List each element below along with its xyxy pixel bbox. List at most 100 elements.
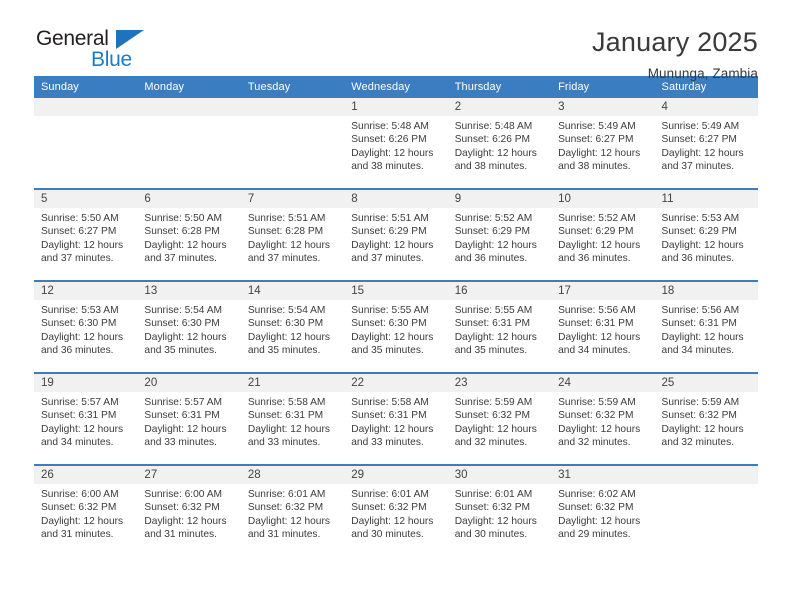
day-details: Sunrise: 5:51 AM Sunset: 6:28 PM Daylight:…: [241, 208, 344, 266]
day-number: 30: [447, 466, 552, 484]
day-number: 27: [137, 466, 241, 484]
calendar-day-cell[interactable]: 13 Sunrise: 5:54 AM Sunset: 6:30 PM Dayligh…: [137, 280, 241, 373]
sunset-text: Sunset: 6:32 PM: [661, 410, 737, 422]
day-number: 22: [344, 374, 448, 392]
calendar-day-cell[interactable]: 28 Sunrise: 6:01 AM Sunset: 6:32 PM Dayligh…: [240, 464, 345, 556]
daylight-text: Daylight: 12 hours and 32 minutes.: [661, 423, 744, 449]
calendar-week-row: 1 Sunrise: 5:48 AM Sunset: 6:26 PM Daylight…: [34, 98, 758, 189]
day-details: Sunrise: 5:54 AM Sunset: 6:30 PM Daylight:…: [137, 300, 240, 358]
sunrise-text: Sunrise: 5:50 AM: [144, 213, 223, 224]
daylight-text: Daylight: 12 hours and 34 minutes.: [41, 423, 124, 449]
day-details: Sunrise: 5:50 AM Sunset: 6:27 PM Daylight:…: [34, 208, 137, 266]
calendar-day-cell[interactable]: 6 Sunrise: 5:50 AM Sunset: 6:28 PM Daylight…: [137, 188, 241, 281]
day-details: Sunrise: 5:59 AM Sunset: 6:32 PM Daylight:…: [551, 392, 654, 450]
calendar-day-cell[interactable]: 26 Sunrise: 6:00 AM Sunset: 6:32 PM Dayligh…: [34, 464, 138, 556]
day-number: 17: [551, 282, 655, 300]
sunset-text: Sunset: 6:31 PM: [41, 410, 117, 422]
sunset-text: Sunset: 6:30 PM: [144, 318, 220, 330]
calendar-day-cell[interactable]: 11 Sunrise: 5:53 AM Sunset: 6:29 PM Dayligh…: [654, 188, 758, 281]
day-number: 19: [34, 374, 138, 392]
sunrise-text: Sunrise: 5:48 AM: [454, 121, 533, 132]
sunset-text: Sunset: 6:32 PM: [454, 502, 531, 514]
sunrise-text: Sunrise: 6:02 AM: [558, 489, 636, 500]
day-number: 23: [447, 374, 552, 392]
calendar-day-cell[interactable]: 5 Sunrise: 5:50 AM Sunset: 6:27 PM Daylight…: [34, 188, 138, 281]
logo-text-blue: Blue: [91, 48, 132, 71]
day-details: Sunrise: 5:54 AM Sunset: 6:30 PM Daylight:…: [241, 300, 344, 358]
sunrise-text: Sunrise: 5:57 AM: [41, 397, 119, 408]
sunrise-text: Sunrise: 5:53 AM: [661, 213, 740, 224]
calendar-day-cell[interactable]: 24 Sunrise: 5:59 AM Sunset: 6:32 PM Dayligh…: [551, 372, 655, 465]
calendar-day-cell[interactable]: 21 Sunrise: 5:58 AM Sunset: 6:31 PM Dayligh…: [240, 372, 345, 465]
sunset-text: Sunset: 6:32 PM: [41, 502, 117, 514]
calendar-day-cell[interactable]: 16 Sunrise: 5:55 AM Sunset: 6:31 PM Dayligh…: [447, 280, 552, 373]
sunset-text: Sunset: 6:32 PM: [558, 410, 634, 422]
calendar-day-cell[interactable]: 29 Sunrise: 6:01 AM Sunset: 6:32 PM Dayligh…: [344, 464, 448, 556]
day-number: 7: [240, 190, 345, 208]
title-block: January 2025 Mununga, Zambia: [592, 27, 758, 80]
calendar-day-cell[interactable]: 25 Sunrise: 5:59 AM Sunset: 6:32 PM Dayligh…: [654, 372, 758, 465]
sunset-text: Sunset: 6:30 PM: [351, 318, 427, 330]
calendar-day-cell[interactable]: 27 Sunrise: 6:00 AM Sunset: 6:32 PM Dayligh…: [137, 464, 241, 556]
sunset-text: Sunset: 6:32 PM: [454, 410, 531, 422]
day-number: 6: [137, 190, 241, 208]
day-details: Sunrise: 6:00 AM Sunset: 6:32 PM Daylight:…: [34, 484, 137, 542]
daylight-text: Daylight: 12 hours and 29 minutes.: [558, 515, 641, 541]
calendar-day-cell[interactable]: 10 Sunrise: 5:52 AM Sunset: 6:29 PM Dayligh…: [551, 188, 655, 281]
calendar-day-cell[interactable]: 17 Sunrise: 5:56 AM Sunset: 6:31 PM Dayligh…: [551, 280, 655, 373]
triangle-flag-icon: [116, 30, 144, 49]
calendar-day-cell[interactable]: 22 Sunrise: 5:58 AM Sunset: 6:31 PM Dayligh…: [344, 372, 448, 465]
generalblue-logo[interactable]: General Blue: [34, 28, 164, 76]
page-header: General Blue January 2025 Mununga, Zambi…: [34, 0, 758, 80]
sunrise-text: Sunrise: 5:57 AM: [144, 397, 223, 408]
day-number: 11: [654, 190, 758, 208]
sunrise-text: Sunrise: 6:00 AM: [144, 489, 223, 500]
calendar-day-cell[interactable]: 2 Sunrise: 5:48 AM Sunset: 6:26 PM Daylight…: [447, 98, 552, 189]
day-number: [654, 466, 758, 484]
sunrise-text: Sunrise: 6:00 AM: [41, 489, 119, 500]
daylight-text: Daylight: 12 hours and 38 minutes.: [454, 147, 537, 173]
daylight-text: Daylight: 12 hours and 30 minutes.: [454, 515, 537, 541]
calendar-day-cell[interactable]: 8 Sunrise: 5:51 AM Sunset: 6:29 PM Daylight…: [344, 188, 448, 281]
day-details: Sunrise: 5:49 AM Sunset: 6:27 PM Daylight:…: [655, 116, 758, 174]
calendar-body: 1 Sunrise: 5:48 AM Sunset: 6:26 PM Daylight…: [34, 98, 758, 556]
day-number: 13: [137, 282, 241, 300]
day-details: Sunrise: 5:58 AM Sunset: 6:31 PM Daylight:…: [344, 392, 447, 450]
calendar-day-cell[interactable]: 9 Sunrise: 5:52 AM Sunset: 6:29 PM Daylight…: [447, 188, 552, 281]
calendar-day-cell-empty: [137, 98, 241, 189]
daylight-text: Daylight: 12 hours and 37 minutes.: [41, 239, 124, 265]
calendar-day-cell[interactable]: 31 Sunrise: 6:02 AM Sunset: 6:32 PM Dayligh…: [551, 464, 655, 556]
sunset-text: Sunset: 6:31 PM: [454, 318, 531, 330]
sunrise-text: Sunrise: 5:54 AM: [247, 305, 326, 316]
sunrise-text: Sunrise: 5:58 AM: [351, 397, 429, 408]
sunrise-text: Sunrise: 5:55 AM: [454, 305, 533, 316]
calendar-day-cell[interactable]: 23 Sunrise: 5:59 AM Sunset: 6:32 PM Dayligh…: [447, 372, 552, 465]
calendar-day-cell[interactable]: 14 Sunrise: 5:54 AM Sunset: 6:30 PM Dayligh…: [240, 280, 345, 373]
day-number: 3: [551, 98, 655, 116]
calendar-day-cell[interactable]: 3 Sunrise: 5:49 AM Sunset: 6:27 PM Daylight…: [551, 98, 655, 189]
calendar-day-cell[interactable]: 12 Sunrise: 5:53 AM Sunset: 6:30 PM Dayligh…: [34, 280, 138, 373]
sunrise-text: Sunrise: 5:52 AM: [454, 213, 533, 224]
calendar-day-cell[interactable]: 15 Sunrise: 5:55 AM Sunset: 6:30 PM Dayligh…: [344, 280, 448, 373]
day-number: 5: [34, 190, 138, 208]
calendar-day-cell[interactable]: 7 Sunrise: 5:51 AM Sunset: 6:28 PM Daylight…: [240, 188, 345, 281]
sunrise-text: Sunrise: 5:56 AM: [661, 305, 740, 316]
calendar-day-cell[interactable]: 20 Sunrise: 5:57 AM Sunset: 6:31 PM Dayligh…: [137, 372, 241, 465]
day-details: Sunrise: 6:00 AM Sunset: 6:32 PM Daylight:…: [137, 484, 240, 542]
daylight-text: Daylight: 12 hours and 37 minutes.: [144, 239, 227, 265]
day-number: 16: [447, 282, 552, 300]
daylight-text: Daylight: 12 hours and 35 minutes.: [144, 331, 227, 357]
daylight-text: Daylight: 12 hours and 34 minutes.: [661, 331, 744, 357]
weekday-header-sunday: Sunday: [34, 76, 138, 98]
calendar-day-cell[interactable]: 19 Sunrise: 5:57 AM Sunset: 6:31 PM Dayligh…: [34, 372, 138, 465]
calendar-day-cell[interactable]: 18 Sunrise: 5:56 AM Sunset: 6:31 PM Dayligh…: [654, 280, 758, 373]
calendar-day-cell[interactable]: 30 Sunrise: 6:01 AM Sunset: 6:32 PM Dayligh…: [447, 464, 552, 556]
calendar-day-cell[interactable]: 4 Sunrise: 5:49 AM Sunset: 6:27 PM Daylight…: [654, 98, 758, 189]
sunrise-text: Sunrise: 5:53 AM: [41, 305, 119, 316]
day-number: 14: [240, 282, 345, 300]
day-number: 15: [344, 282, 448, 300]
sunset-text: Sunset: 6:31 PM: [661, 318, 737, 330]
day-details: Sunrise: 6:02 AM Sunset: 6:32 PM Daylight:…: [551, 484, 654, 542]
sunset-text: Sunset: 6:31 PM: [558, 318, 634, 330]
calendar-day-cell[interactable]: 1 Sunrise: 5:48 AM Sunset: 6:26 PM Daylight…: [344, 98, 448, 189]
